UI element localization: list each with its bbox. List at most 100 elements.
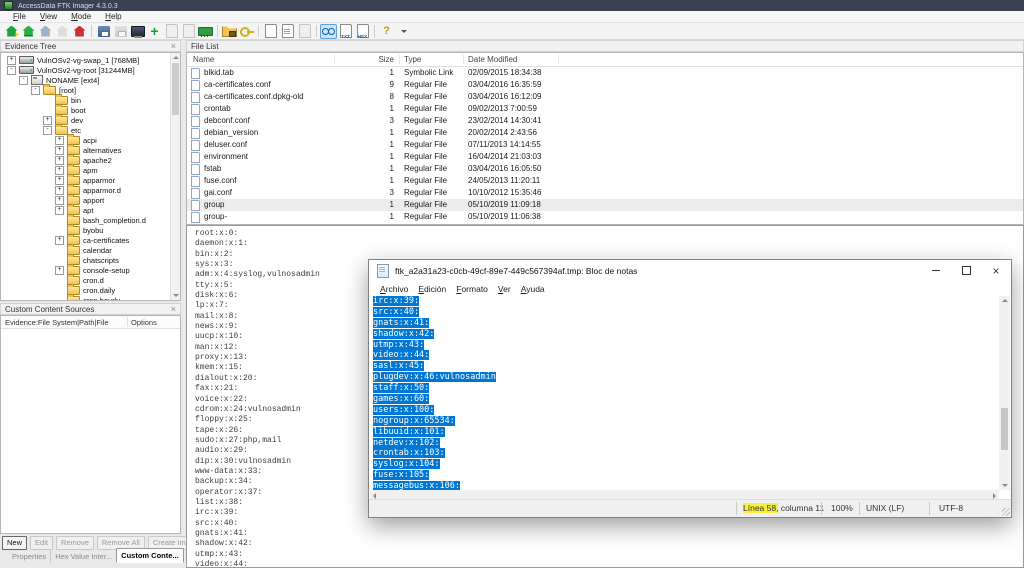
file-row[interactable]: gai.conf 3 Regular File 10/10/2012 15:35… <box>187 187 1023 199</box>
text-mode-button[interactable] <box>337 24 354 39</box>
notepad-titlebar[interactable]: ftk_a2a31a23-c0cb-49cf-89e7-449c567394af… <box>369 260 1011 281</box>
minimize-button[interactable] <box>921 260 951 281</box>
tree-item[interactable]: NONAME [ext4] <box>1 75 171 85</box>
add-all-attached-devices-button[interactable] <box>20 24 37 39</box>
custom-content-button[interactable]: New <box>2 536 27 550</box>
tree-expander-icon[interactable] <box>55 186 64 195</box>
bottom-tab[interactable]: Hex Value Inter... <box>50 550 116 563</box>
tree-item[interactable]: cron.hourly <box>1 295 171 300</box>
detect-efs-encryption-button[interactable] <box>238 24 255 39</box>
tree-item[interactable]: console-setup <box>1 265 171 275</box>
tree-expander-icon[interactable] <box>43 116 52 125</box>
menu-item[interactable]: Help <box>98 12 128 21</box>
column-divider[interactable] <box>399 55 400 64</box>
tree-expander-icon[interactable] <box>55 176 64 185</box>
tree-expander-icon[interactable] <box>7 66 16 75</box>
export-disk-image-button[interactable] <box>112 24 129 39</box>
tree-item[interactable]: apache2 <box>1 155 171 165</box>
scroll-thumb[interactable] <box>1001 408 1008 450</box>
column-header-name[interactable]: Name <box>193 53 214 66</box>
create-custom-content-image-button[interactable] <box>163 24 180 39</box>
tree-item[interactable]: boot <box>1 105 171 115</box>
tree-item[interactable]: bin <box>1 95 171 105</box>
tree-expander-icon[interactable] <box>55 206 64 215</box>
tree-expander-icon[interactable] <box>55 166 64 175</box>
menu-item[interactable]: File <box>6 12 33 21</box>
file-row[interactable]: fuse.conf 1 Regular File 24/05/2013 11:2… <box>187 175 1023 187</box>
scroll-thumb[interactable] <box>172 63 179 115</box>
custom-content-button[interactable]: Remove <box>56 536 94 550</box>
tree-expander-icon[interactable] <box>55 156 64 165</box>
create-disk-image-button[interactable] <box>95 24 112 39</box>
column-header-date-modified[interactable]: Date Modified <box>468 53 517 66</box>
notepad-menu-item[interactable]: Edición <box>413 284 451 294</box>
file-row[interactable]: ca-certificates.conf.dpkg-old 8 Regular … <box>187 91 1023 103</box>
column-header-evidence[interactable]: Evidence:File System|Path|File <box>1 318 109 327</box>
notepad-menu-item[interactable]: Ayuda <box>516 284 550 294</box>
tree-item[interactable]: cron.d <box>1 275 171 285</box>
file-row[interactable]: crontab 1 Regular File 09/02/2013 7:00:5… <box>187 103 1023 115</box>
notepad-menu-item[interactable]: Ver <box>493 284 516 294</box>
tree-item[interactable]: byobu <box>1 225 171 235</box>
tree-item[interactable]: calendar <box>1 245 171 255</box>
tree-item[interactable]: cron.daily <box>1 285 171 295</box>
tree-scrollbar[interactable] <box>170 53 180 300</box>
tree-expander-icon[interactable] <box>55 266 64 275</box>
export-logical-image-button[interactable] <box>129 24 146 39</box>
tree-expander-icon[interactable] <box>31 86 40 95</box>
decrypt-ad1-image-button[interactable] <box>180 24 197 39</box>
scroll-up-icon[interactable] <box>173 56 179 59</box>
close-icon[interactable]: × <box>171 305 176 313</box>
tree-item[interactable]: apparmor <box>1 175 171 185</box>
tree-item[interactable]: VulnOSv2-vg-root [31244MB] <box>1 65 171 75</box>
tree-item[interactable]: apm <box>1 165 171 175</box>
notepad-menu-item[interactable]: Archivo <box>375 284 413 294</box>
tree-item[interactable]: alternatives <box>1 145 171 155</box>
column-divider[interactable] <box>463 55 464 64</box>
bottom-tab[interactable]: Custom Conte... <box>116 548 184 563</box>
toolbar-options-dropdown[interactable] <box>395 24 412 39</box>
tree-expander-icon[interactable] <box>43 126 52 135</box>
file-row[interactable]: debconf.conf 3 Regular File 23/02/2014 1… <box>187 115 1023 127</box>
menu-item[interactable]: Mode <box>64 12 98 21</box>
remove-evidence-item-button[interactable] <box>54 24 71 39</box>
scroll-down-icon[interactable] <box>173 294 179 297</box>
close-button[interactable] <box>981 260 1011 281</box>
capture-memory-button[interactable] <box>197 24 214 39</box>
verify-drive-image-button[interactable] <box>262 24 279 39</box>
tree-item[interactable]: chatscripts <box>1 255 171 265</box>
file-row[interactable]: debian_version 1 Regular File 20/02/2014… <box>187 127 1023 139</box>
file-row[interactable]: fstab 1 Regular File 03/04/2016 16:05:50 <box>187 163 1023 175</box>
maximize-button[interactable] <box>951 260 981 281</box>
tree-expander-icon[interactable] <box>55 196 64 205</box>
file-row[interactable]: ca-certificates.conf 9 Regular File 03/0… <box>187 79 1023 91</box>
tree-item[interactable]: ca-certificates <box>1 235 171 245</box>
menu-item[interactable]: View <box>33 12 64 21</box>
tree-item[interactable]: dev <box>1 115 171 125</box>
file-row[interactable]: group 1 Regular File 05/10/2019 11:09:18 <box>187 199 1023 211</box>
tree-expander-icon[interactable] <box>55 146 64 155</box>
file-row[interactable]: group- 1 Regular File 05/10/2019 11:06:3… <box>187 211 1023 223</box>
export-file-hash-list-button[interactable] <box>279 24 296 39</box>
tree-expander-icon[interactable] <box>7 56 16 65</box>
add-evidence-item-button[interactable] <box>3 24 20 39</box>
column-header-options[interactable]: Options <box>131 318 157 327</box>
tree-item[interactable]: apparmor.d <box>1 185 171 195</box>
column-divider[interactable] <box>334 55 335 64</box>
tree-item[interactable]: bash_completion.d <box>1 215 171 225</box>
tree-expander-icon[interactable] <box>55 236 64 245</box>
file-row[interactable]: deluser.conf 1 Regular File 07/11/2013 1… <box>187 139 1023 151</box>
tree-item[interactable]: apport <box>1 195 171 205</box>
scroll-down-icon[interactable] <box>1002 484 1008 487</box>
tree-expander-icon[interactable] <box>55 136 64 145</box>
hex-mode-button[interactable] <box>354 24 371 39</box>
column-divider[interactable] <box>558 55 559 64</box>
resize-grip[interactable] <box>1002 508 1010 516</box>
add-to-custom-content-image-button[interactable] <box>146 24 163 39</box>
scroll-up-icon[interactable] <box>1002 299 1008 302</box>
tree-item[interactable]: apt <box>1 205 171 215</box>
tree-item[interactable]: [root] <box>1 85 171 95</box>
remove-all-evidence-items-button[interactable] <box>71 24 88 39</box>
close-icon[interactable]: × <box>171 42 176 50</box>
obtain-protected-files-button[interactable] <box>221 24 238 39</box>
